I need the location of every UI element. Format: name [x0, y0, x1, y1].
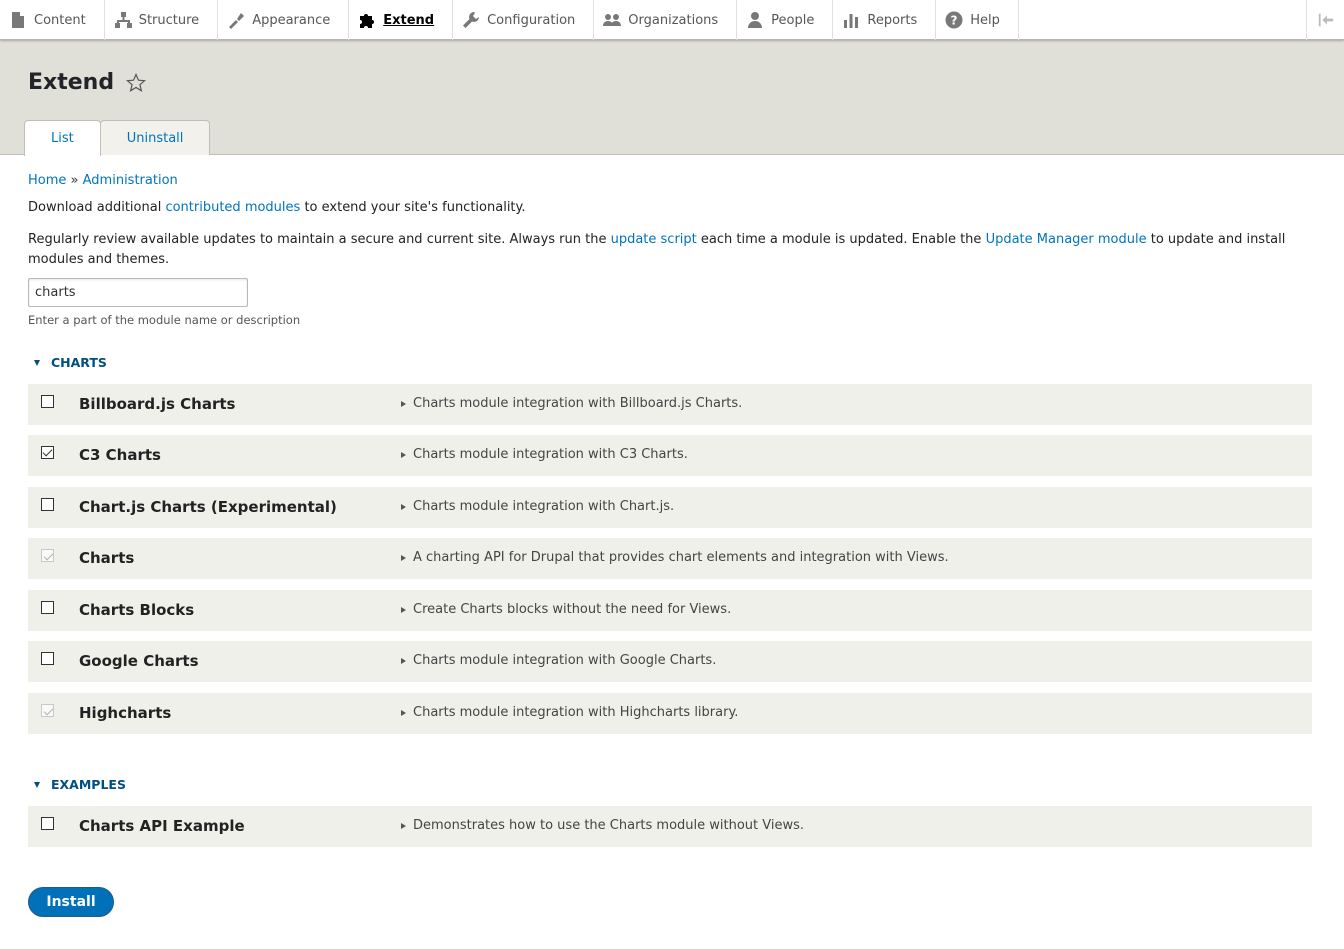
module-checkbox-chartjs[interactable]: [41, 498, 54, 511]
module-row: Highcharts Charts module integration wit…: [28, 693, 1312, 735]
sitemap-icon: [114, 12, 132, 28]
toolbar-item-label: Appearance: [252, 12, 331, 28]
module-checkbox-google-charts[interactable]: [41, 652, 54, 665]
module-description-toggle[interactable]: Demonstrates how to use the Charts modul…: [401, 818, 804, 833]
module-row: Billboard.js Charts Charts module integr…: [28, 384, 1312, 426]
toolbar-item-configuration[interactable]: Configuration: [453, 0, 595, 40]
toolbar-item-help[interactable]: ? Help: [936, 0, 1019, 40]
module-name: C3 Charts: [79, 446, 161, 464]
triangle-right-icon: [401, 503, 406, 510]
module-name: Highcharts: [79, 704, 172, 722]
toolbar-item-label: Structure: [138, 12, 200, 28]
breadcrumb-home-link[interactable]: Home: [28, 173, 66, 188]
toolbar-item-label: Configuration: [487, 12, 576, 28]
module-checkbox-charts: [41, 549, 54, 562]
page-header: Extend List Uninstall: [0, 40, 1344, 156]
toolbar-item-label: Content: [34, 12, 86, 28]
tab-uninstall[interactable]: Uninstall: [99, 120, 211, 155]
triangle-down-icon: [34, 781, 40, 788]
triangle-right-icon: [401, 400, 406, 407]
toolbar-item-structure[interactable]: Structure: [105, 0, 219, 40]
toolbar-item-label: Reports: [867, 12, 918, 28]
module-name: Google Charts: [79, 652, 199, 670]
module-name: Charts: [79, 549, 135, 567]
module-checkbox-highcharts: [41, 704, 54, 717]
module-checkbox-billboard[interactable]: [41, 395, 54, 408]
breadcrumb-administration-link[interactable]: Administration: [83, 173, 178, 188]
module-name: Charts Blocks: [79, 601, 195, 619]
module-name: Charts API Example: [79, 817, 245, 835]
module-row: C3 Charts Charts module integration with…: [28, 435, 1312, 477]
toolbar-item-label: Organizations: [628, 12, 719, 28]
triangle-right-icon: [401, 606, 406, 613]
toolbar-item-label: Help: [970, 12, 1000, 28]
triangle-down-icon: [34, 359, 40, 366]
toolbar-orientation-toggle[interactable]: [1306, 0, 1344, 40]
triangle-right-icon: [401, 657, 406, 664]
install-button[interactable]: Install: [28, 887, 114, 917]
person-icon: [748, 12, 763, 28]
module-description-toggle[interactable]: Charts module integration with Google Ch…: [401, 653, 716, 668]
svg-text:?: ?: [951, 14, 958, 28]
module-row: Chart.js Charts (Experimental) Charts mo…: [28, 487, 1312, 529]
toolbar-item-reports[interactable]: Reports: [833, 0, 937, 40]
update-manager-module-link[interactable]: Update Manager module: [986, 232, 1147, 247]
toolbar-item-label: People: [771, 12, 815, 28]
tab-list[interactable]: List: [24, 120, 101, 156]
module-row: Charts API Example Demonstrates how to u…: [28, 806, 1312, 848]
triangle-right-icon: [401, 709, 406, 716]
module-checkbox-charts-blocks[interactable]: [41, 601, 54, 614]
triangle-right-icon: [401, 554, 406, 561]
toolbar-item-label: Extend: [383, 12, 435, 28]
bar-chart-icon: [844, 14, 859, 28]
toolbar-item-extend[interactable]: Extend: [349, 0, 454, 40]
breadcrumb-separator: »: [70, 173, 79, 188]
puzzle-icon: [360, 14, 375, 28]
file-icon: [12, 12, 24, 28]
toolbar-item-content[interactable]: Content: [0, 0, 105, 40]
module-description-toggle[interactable]: Charts module integration with Highchart…: [401, 705, 738, 720]
module-description-toggle[interactable]: Charts module integration with Chart.js.: [401, 499, 674, 514]
toolbar-item-organizations[interactable]: Organizations: [594, 0, 738, 40]
module-description-toggle[interactable]: A charting API for Drupal that provides …: [401, 550, 949, 565]
paintbrush-icon: [229, 13, 245, 29]
page-title: Extend: [28, 70, 147, 95]
module-description-toggle[interactable]: Create Charts blocks without the need fo…: [401, 602, 731, 617]
module-filter-input[interactable]: [28, 278, 248, 307]
module-name: Chart.js Charts (Experimental): [79, 498, 337, 516]
module-checkbox-c3[interactable]: [41, 446, 54, 459]
group-icon: [603, 14, 622, 26]
primary-tabs: List Uninstall: [24, 120, 211, 156]
admin-toolbar: Content Structure Appearance Extend Conf…: [0, 0, 1344, 40]
intro-updates-text: Regularly review available updates to ma…: [28, 232, 1286, 267]
module-description-toggle[interactable]: Charts module integration with Billboard…: [401, 396, 742, 411]
module-name: Billboard.js Charts: [79, 395, 236, 413]
contributed-modules-link[interactable]: contributed modules: [165, 200, 300, 215]
breadcrumb: Home » Administration: [28, 173, 178, 188]
module-row: Charts A charting API for Drupal that pr…: [28, 538, 1312, 580]
package-heading-examples[interactable]: EXAMPLES: [34, 777, 126, 792]
toolbar-item-people[interactable]: People: [737, 0, 834, 40]
toolbar-item-appearance[interactable]: Appearance: [218, 0, 350, 40]
module-filter-description: Enter a part of the module name or descr…: [28, 313, 301, 327]
module-checkbox-charts-api-example[interactable]: [41, 817, 54, 830]
shortcut-star-icon[interactable]: [126, 72, 147, 93]
page-title-text: Extend: [28, 70, 115, 95]
intro-download-text: Download additional contributed modules …: [28, 200, 526, 215]
module-row: Google Charts Charts module integration …: [28, 641, 1312, 683]
wrench-icon: [463, 12, 480, 28]
question-icon: ?: [945, 11, 963, 29]
triangle-right-icon: [401, 451, 406, 458]
module-description-toggle[interactable]: Charts module integration with C3 Charts…: [401, 447, 688, 462]
triangle-right-icon: [401, 822, 406, 829]
package-heading-charts[interactable]: CHARTS: [34, 355, 107, 370]
module-row: Charts Blocks Create Charts blocks witho…: [28, 590, 1312, 632]
collapse-arrow-icon: [1318, 13, 1333, 27]
update-script-link[interactable]: update script: [611, 232, 697, 247]
